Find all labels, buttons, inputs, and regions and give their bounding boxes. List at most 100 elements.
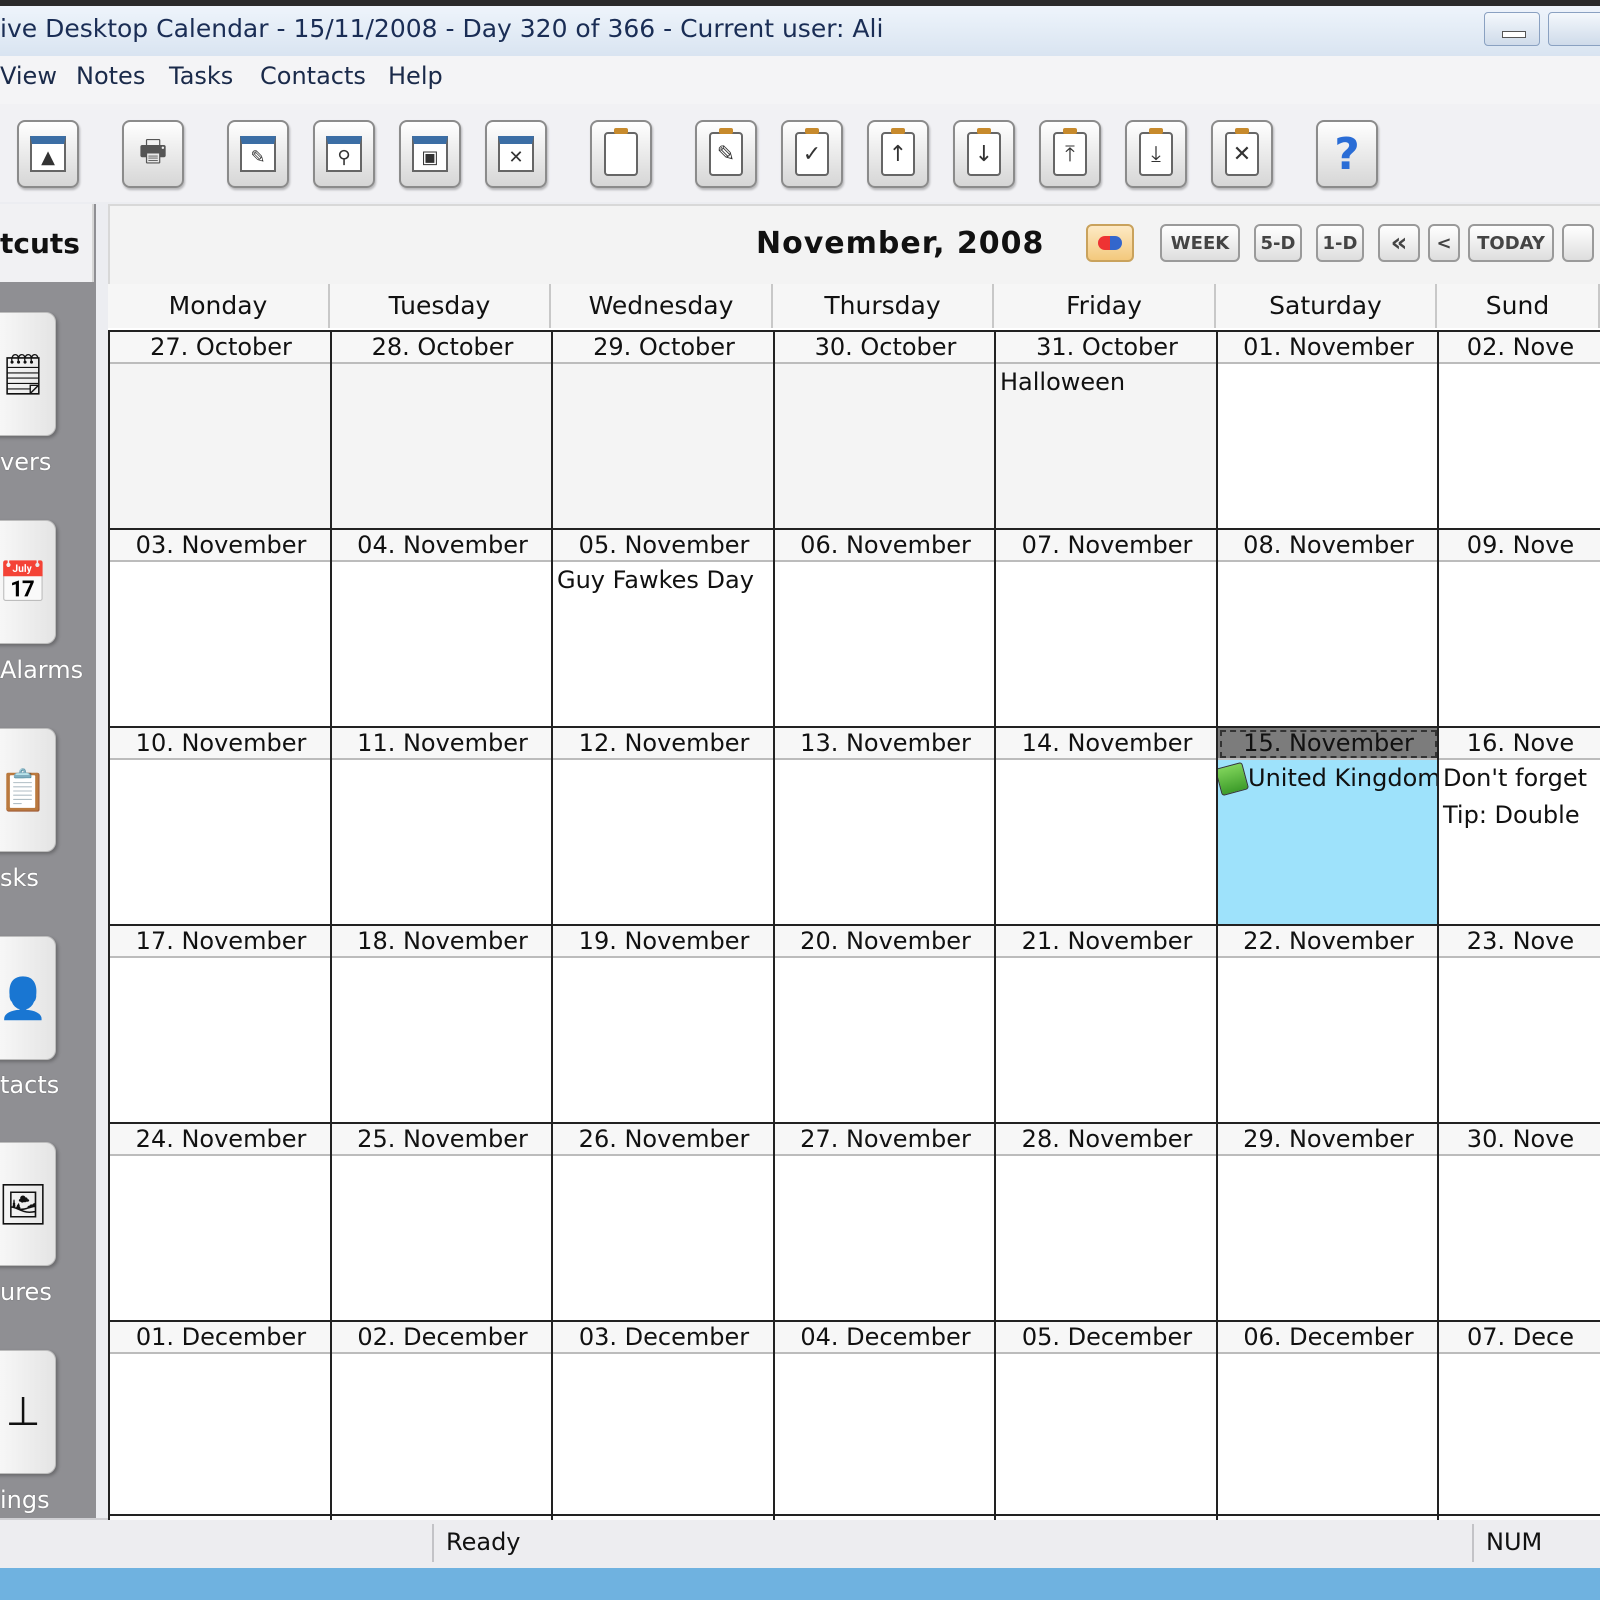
day-cell[interactable]: 06. December	[1216, 1320, 1439, 1520]
day-cell[interactable]: 11. November	[330, 726, 553, 926]
delete-task-button[interactable]: ✕	[1211, 120, 1273, 188]
day-cell[interactable]: 02. December	[330, 1320, 553, 1520]
find-window-icon: ⚲	[326, 136, 362, 172]
minimize-button[interactable]	[1484, 12, 1540, 46]
menu-help[interactable]: Help	[388, 62, 443, 90]
day-cell[interactable]: 27. November	[773, 1122, 996, 1322]
shortcut-pictures[interactable]: 🖼	[0, 1142, 56, 1266]
day-date-label: 20. November	[775, 926, 996, 958]
calendar-event[interactable]: Don't forget	[1443, 764, 1587, 792]
day-cell[interactable]: 25. November	[330, 1122, 553, 1322]
day-cell[interactable]: 26. November	[551, 1122, 775, 1322]
calendar-event[interactable]: Tip: Double	[1443, 801, 1580, 829]
day-cell[interactable]: 04. December	[773, 1320, 996, 1520]
move-top-icon: ⤒	[1053, 128, 1087, 176]
move-top-button[interactable]: ⤒	[1039, 120, 1101, 188]
menu-tasks[interactable]: Tasks	[169, 62, 233, 90]
prev-button[interactable]: <	[1428, 224, 1460, 262]
maximize-button[interactable]	[1548, 12, 1600, 46]
move-bottom-icon: ⤓	[1139, 128, 1173, 176]
shortcut-alarms[interactable]: 📅	[0, 520, 56, 644]
day-cell[interactable]: 01. December	[108, 1320, 332, 1520]
find-button[interactable]: ⚲	[313, 120, 375, 188]
print-button[interactable]: 🖶	[122, 120, 184, 188]
search-button[interactable]: ✎	[227, 120, 289, 188]
window-bottom-edge	[0, 1568, 1600, 1600]
day-cell[interactable]: 22. November	[1216, 924, 1439, 1124]
day-cell[interactable]: 28. November	[994, 1122, 1218, 1322]
day-cell[interactable]: 28. October	[330, 330, 553, 530]
move-up-button[interactable]: ↑	[867, 120, 929, 188]
menu-notes[interactable]: Notes	[76, 62, 145, 90]
one-day-view-button[interactable]: 1-D	[1316, 224, 1364, 262]
day-cell[interactable]: 07. Dece	[1437, 1320, 1600, 1520]
new-note-button[interactable]	[590, 120, 652, 188]
day-date-label: 21. November	[996, 926, 1218, 958]
day-cell[interactable]: 30. Nove	[1437, 1122, 1600, 1322]
week-view-button[interactable]: WEEK	[1160, 224, 1240, 262]
day-date-label: 27. November	[775, 1124, 996, 1156]
day-cell[interactable]: 21. November	[994, 924, 1218, 1124]
day-date-label: 04. November	[332, 530, 553, 562]
day-cell[interactable]: 01. November	[1216, 330, 1439, 530]
day-cell[interactable]: 30. October	[773, 330, 996, 530]
status-separator	[432, 1524, 434, 1562]
day-cell[interactable]: 13. November	[773, 726, 996, 926]
calendar-event[interactable]: United Kingdom	[1218, 761, 1439, 797]
day-cell[interactable]: 24. November	[108, 1122, 332, 1322]
day-cell[interactable]: 19. November	[551, 924, 775, 1124]
day-cell[interactable]: 05. December	[994, 1320, 1218, 1520]
day-cell[interactable]: 18. November	[330, 924, 553, 1124]
weekday-header: Friday	[994, 284, 1216, 328]
status-separator	[1472, 1524, 1474, 1562]
day-cell[interactable]: 09. Nove	[1437, 528, 1600, 728]
day-cell[interactable]: 17. November	[108, 924, 332, 1124]
day-cell[interactable]: 08. November	[1216, 528, 1439, 728]
day-cell[interactable]: 02. Nove	[1437, 330, 1600, 530]
day-date-label: 07. November	[996, 530, 1218, 562]
shortcut-tasks[interactable]: 📋	[0, 728, 56, 852]
move-down-button[interactable]: ↓	[953, 120, 1015, 188]
complete-task-button[interactable]: ✓	[781, 120, 843, 188]
day-cell[interactable]: 29. November	[1216, 1122, 1439, 1322]
shortcut-contacts[interactable]: 👤	[0, 936, 56, 1060]
calendar-event[interactable]: Halloween	[1000, 368, 1125, 396]
day-cell[interactable]: 20. November	[773, 924, 996, 1124]
today-button[interactable]: TODAY	[1468, 224, 1554, 262]
five-day-view-button[interactable]: 5-D	[1254, 224, 1302, 262]
day-cell[interactable]: 29. October	[551, 330, 775, 530]
shortcut-label-stickers: vers	[0, 448, 52, 476]
day-cell[interactable]: 14. November	[994, 726, 1218, 926]
day-cell[interactable]: 03. December	[551, 1320, 775, 1520]
day-cell-today[interactable]: 15. November United Kingdom	[1216, 726, 1439, 926]
edit-task-button[interactable]: ✎	[695, 120, 757, 188]
day-cell[interactable]: 03. November	[108, 528, 332, 728]
day-cell[interactable]: 04. November	[330, 528, 553, 728]
move-bottom-button[interactable]: ⤓	[1125, 120, 1187, 188]
shortcut-stickers[interactable]: 🗒	[0, 312, 56, 436]
day-cell[interactable]: 31. October Halloween	[994, 330, 1218, 530]
day-cell[interactable]: 10. November	[108, 726, 332, 926]
menu-contacts[interactable]: Contacts	[260, 62, 366, 90]
color-scheme-button[interactable]	[1086, 224, 1134, 262]
prev-fast-button[interactable]: «	[1378, 224, 1420, 262]
next-button[interactable]	[1562, 224, 1594, 262]
weekday-header: Saturday	[1216, 284, 1437, 328]
day-cell[interactable]: 06. November	[773, 528, 996, 728]
help-button[interactable]: ?	[1316, 120, 1378, 188]
menu-view[interactable]: View	[0, 62, 57, 90]
day-cell[interactable]: 07. November	[994, 528, 1218, 728]
day-cell[interactable]: 16. Nove Don't forget Tip: Double	[1437, 726, 1600, 926]
calendar-event[interactable]: Guy Fawkes Day	[557, 566, 754, 594]
day-cell[interactable]: 23. Nove	[1437, 924, 1600, 1124]
new-alarm-button[interactable]: ▲	[17, 120, 79, 188]
picture-window-icon: ▣	[412, 136, 448, 172]
day-cell[interactable]: 05. November Guy Fawkes Day	[551, 528, 775, 728]
day-cell[interactable]: 27. October	[108, 330, 332, 530]
day-date-label: 02. Nove	[1439, 332, 1600, 364]
day-cell[interactable]: 12. November	[551, 726, 775, 926]
shortcut-settings[interactable]: ⊥	[0, 1350, 56, 1474]
delete-item-button[interactable]: ✕	[485, 120, 547, 188]
picture-button[interactable]: ▣	[399, 120, 461, 188]
search-window-icon: ✎	[240, 136, 276, 172]
